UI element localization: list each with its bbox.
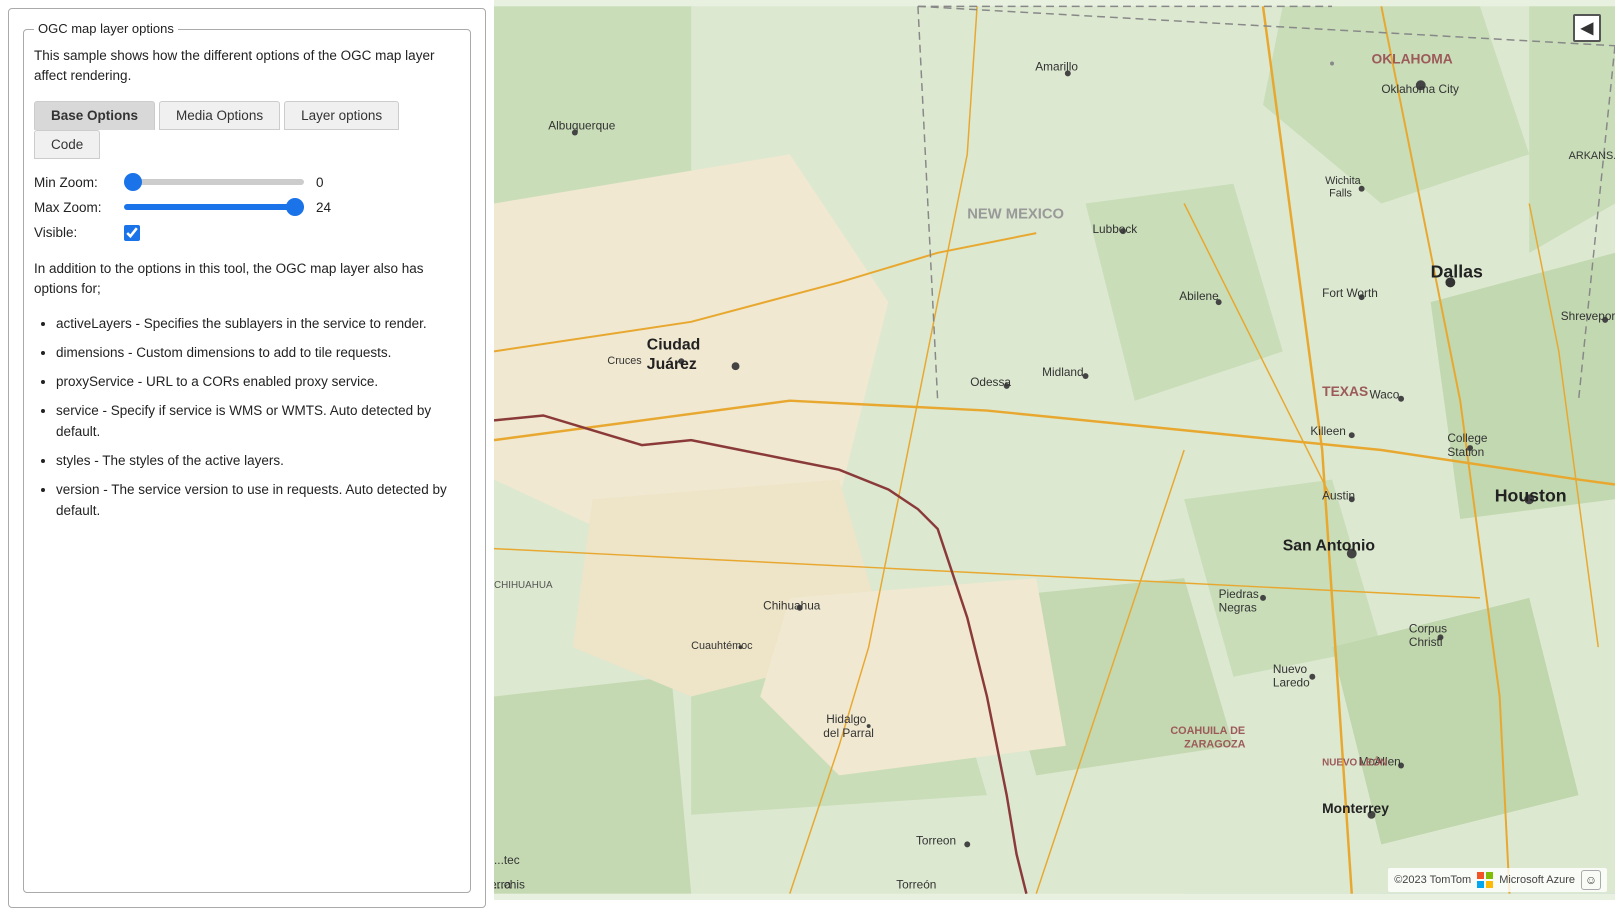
min-zoom-row: Min Zoom: 0 (34, 175, 460, 190)
svg-text:San Antonio: San Antonio (1283, 538, 1376, 555)
svg-text:Nuevo: Nuevo (1273, 662, 1308, 676)
svg-text:Fort Worth: Fort Worth (1322, 286, 1378, 300)
visible-checkbox[interactable] (124, 225, 140, 241)
svg-text:College: College (1447, 431, 1488, 445)
tab-layer-options[interactable]: Layer options (284, 101, 399, 130)
min-zoom-label: Min Zoom: (34, 175, 124, 190)
svg-text:Cruces: Cruces (607, 355, 642, 367)
microsoft-icon (1477, 872, 1493, 888)
svg-text:Juárez: Juárez (647, 356, 697, 373)
svg-text:Amarillo: Amarillo (1035, 59, 1078, 73)
svg-text:Hidalgo: Hidalgo (826, 712, 867, 726)
feedback-button[interactable]: ☺ (1581, 870, 1601, 890)
min-zoom-slider-container: 0 (124, 175, 460, 190)
collapse-button[interactable]: ◀ (1573, 14, 1601, 42)
svg-text:Torreón: Torreón (896, 878, 936, 892)
svg-text:Wichita: Wichita (1325, 175, 1361, 187)
svg-text:CHIHUAHUA: CHIHUAHUA (494, 580, 553, 591)
svg-text:NEW MEXICO: NEW MEXICO (967, 206, 1064, 222)
svg-text:Torreon: Torreon (916, 833, 956, 847)
svg-text:Chihuahua: Chihuahua (763, 599, 821, 613)
svg-text:Lubbock: Lubbock (1092, 222, 1137, 236)
azure-label: Microsoft Azure (1499, 874, 1575, 886)
svg-text:Station: Station (1447, 445, 1484, 459)
map-svg: Albuquerque Amarillo OKLAHOMA Oklahoma C… (494, 0, 1615, 900)
list-item: dimensions - Custom dimensions to add to… (56, 343, 460, 364)
svg-text:TEXAS: TEXAS (1322, 384, 1368, 399)
svg-text:Shreveport: Shreveport (1561, 309, 1615, 323)
svg-text:ARKANS...: ARKANS... (1569, 150, 1615, 162)
svg-text:Albuquerque: Albuquerque (548, 119, 616, 133)
list-item: version - The service version to use in … (56, 480, 460, 522)
visible-row: Visible: (34, 225, 460, 241)
svg-text:OKLAHOMA: OKLAHOMA (1371, 52, 1452, 67)
smiley-icon: ☺ (1585, 873, 1597, 887)
svg-text:Terra: Terra (494, 878, 512, 892)
fieldset: OGC map layer options This sample shows … (23, 29, 471, 893)
svg-text:Negras: Negras (1219, 601, 1257, 615)
max-zoom-value: 24 (316, 200, 336, 215)
list-item: service - Specify if service is WMS or W… (56, 401, 460, 443)
visible-label: Visible: (34, 225, 124, 240)
svg-text:Falls: Falls (1329, 188, 1352, 200)
svg-text:NUEVO LEÓN: NUEVO LEÓN (1322, 756, 1387, 768)
svg-text:Dallas: Dallas (1431, 261, 1483, 281)
panel-title: OGC map layer options (34, 21, 178, 36)
svg-text:Christi: Christi (1409, 635, 1443, 649)
svg-text:Corpus: Corpus (1409, 621, 1447, 635)
controls-section: Min Zoom: 0 Max Zoom: 24 Visible: (34, 175, 460, 241)
svg-text:Ciudad: Ciudad (647, 336, 700, 353)
map-container[interactable]: Albuquerque Amarillo OKLAHOMA Oklahoma C… (494, 0, 1615, 900)
microsoft-logo (1477, 872, 1493, 888)
tab-code[interactable]: Code (34, 130, 100, 159)
list-item: proxyService - URL to a CORs enabled pro… (56, 372, 460, 393)
list-item: activeLayers - Specifies the sublayers i… (56, 314, 460, 335)
tab-media-options[interactable]: Media Options (159, 101, 280, 130)
svg-text:Austin: Austin (1322, 488, 1355, 502)
max-zoom-slider[interactable] (124, 204, 304, 210)
tabs-row: Base Options Media Options Layer options (34, 101, 460, 130)
max-zoom-slider-container: 24 (124, 200, 460, 215)
svg-text:Laredo: Laredo (1273, 676, 1310, 690)
svg-text:Midland: Midland (1042, 365, 1083, 379)
svg-text:Killeen: Killeen (1310, 424, 1346, 438)
tab-base-options[interactable]: Base Options (34, 101, 155, 130)
visible-checkbox-container (124, 225, 140, 241)
min-zoom-value: 0 (316, 175, 336, 190)
svg-text:Monterrey: Monterrey (1322, 801, 1389, 816)
svg-text:del Parral: del Parral (823, 726, 874, 740)
bullet-list: activeLayers - Specifies the sublayers i… (34, 314, 460, 521)
svg-text:Waco: Waco (1370, 388, 1400, 402)
svg-text:COAHUILA DE: COAHUILA DE (1170, 725, 1245, 737)
description-text: In addition to the options in this tool,… (34, 259, 460, 301)
intro-text: This sample shows how the different opti… (34, 46, 460, 87)
min-zoom-slider[interactable] (124, 179, 304, 185)
list-item: styles - The styles of the active layers… (56, 451, 460, 472)
max-zoom-label: Max Zoom: (34, 200, 124, 215)
svg-text:ZARAGOZA: ZARAGOZA (1184, 739, 1246, 751)
svg-text:Cuauhtémoc: Cuauhtémoc (691, 640, 753, 652)
svg-text:...tec: ...tec (494, 853, 520, 867)
tomtom-attribution: ©2023 TomTom (1394, 874, 1471, 886)
svg-text:Houston: Houston (1495, 485, 1567, 505)
svg-text:Piedras: Piedras (1219, 587, 1259, 601)
tabs-second-row: Code (34, 130, 460, 159)
max-zoom-row: Max Zoom: 24 (34, 200, 460, 215)
collapse-icon: ◀ (1581, 18, 1593, 38)
attribution-bar: ©2023 TomTom Microsoft Azure ☺ (1388, 868, 1607, 892)
svg-text:Odessa: Odessa (970, 375, 1011, 389)
left-panel: OGC map layer options This sample shows … (8, 8, 486, 908)
svg-text:Oklahoma City: Oklahoma City (1381, 82, 1459, 96)
svg-text:Abilene: Abilene (1179, 289, 1219, 303)
